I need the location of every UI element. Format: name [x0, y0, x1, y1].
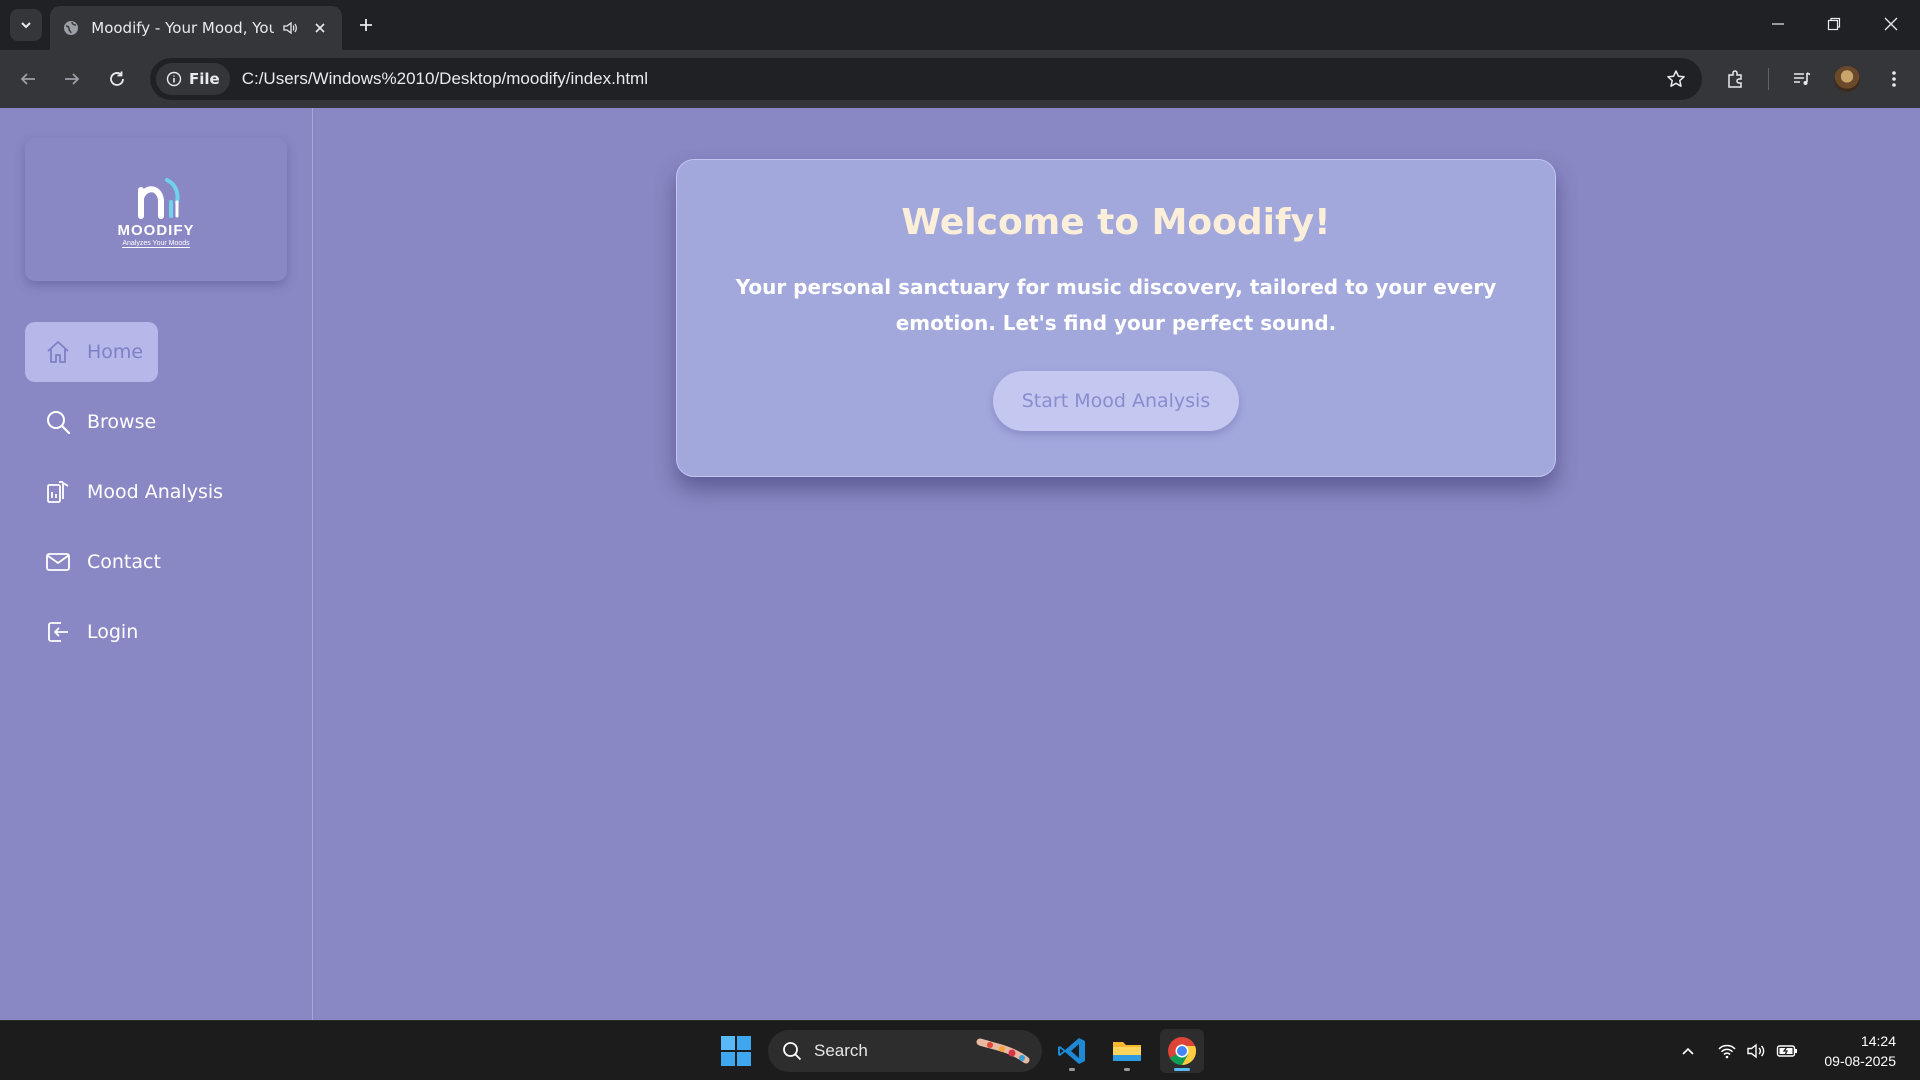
- star-icon: [1667, 70, 1685, 87]
- page: MOODIFY Analyzes Your Moods Home Browse …: [0, 108, 1920, 1020]
- search-highlight-icon: [976, 1038, 1030, 1064]
- reload-icon: [110, 71, 124, 86]
- browser-tab-bar: Moodify - Your Mood, Your: [0, 0, 1920, 50]
- browser-toolbar: File C:/Users/Windows%2010/Desktop/moodi…: [0, 50, 1920, 108]
- vscode-icon: [1058, 1038, 1085, 1064]
- back-button[interactable]: [12, 63, 44, 95]
- url-text[interactable]: C:/Users/Windows%2010/Desktop/moodify/in…: [242, 69, 648, 89]
- globe-icon: [62, 19, 79, 37]
- sidebar-item-label: Home: [87, 341, 144, 363]
- minimize-button[interactable]: [1758, 8, 1798, 40]
- logo-tagline: Analyzes Your Moods: [122, 239, 190, 248]
- reload-button[interactable]: [101, 63, 133, 95]
- welcome-title: Welcome to Moodify!: [901, 202, 1331, 243]
- system-clock[interactable]: 14:24 09-08-2025: [1824, 1031, 1896, 1071]
- sidebar-item-home[interactable]: Home: [25, 322, 158, 382]
- new-tab-button[interactable]: [352, 11, 380, 39]
- clock-time: 14:24: [1860, 1033, 1896, 1049]
- address-bar[interactable]: File C:/Users/Windows%2010/Desktop/moodi…: [150, 58, 1702, 100]
- tab-search-button[interactable]: [10, 9, 42, 41]
- windows-logo-icon: [737, 1052, 751, 1066]
- taskbar: Search 14:24 09-08-2025: [0, 1020, 1920, 1080]
- sidebar-item-login[interactable]: Login: [25, 602, 138, 662]
- windows-start-button[interactable]: [721, 1036, 751, 1066]
- close-icon: [1884, 17, 1898, 31]
- puzzle-icon: [1728, 70, 1742, 88]
- mail-icon: [45, 549, 71, 575]
- active-indicator: [1174, 1068, 1190, 1071]
- volume-status[interactable]: [1744, 1039, 1768, 1063]
- battery-charging-icon: [1776, 1045, 1797, 1057]
- taskbar-search-box[interactable]: Search: [768, 1030, 1042, 1072]
- running-indicator: [1124, 1068, 1130, 1071]
- browser-menu-button[interactable]: [1878, 63, 1910, 95]
- volume-icon: [1747, 1043, 1765, 1059]
- forward-arrow-icon: [65, 73, 80, 85]
- start-mood-analysis-button[interactable]: Start Mood Analysis: [992, 371, 1240, 431]
- forward-button[interactable]: [56, 63, 88, 95]
- chevron-up-icon: [1682, 1047, 1694, 1055]
- chevron-down-icon: [21, 22, 31, 29]
- toolbar-separator: [1768, 68, 1769, 90]
- clock-date: 09-08-2025: [1824, 1053, 1896, 1069]
- sidebar-item-label: Login: [87, 621, 139, 643]
- site-info-chip[interactable]: File: [156, 63, 230, 95]
- sidebar-item-mood-analysis[interactable]: Mood Analysis: [25, 462, 223, 522]
- browser-tab[interactable]: Moodify - Your Mood, Your: [50, 6, 342, 50]
- info-icon: [166, 71, 182, 87]
- back-arrow-icon: [20, 73, 35, 85]
- mood-analysis-icon: [45, 479, 71, 505]
- sidebar-item-label: Mood Analysis: [87, 481, 224, 503]
- taskbar-vscode[interactable]: [1050, 1029, 1094, 1073]
- wifi-status[interactable]: [1715, 1039, 1739, 1063]
- restore-icon: [1827, 17, 1841, 31]
- bookmark-star-button[interactable]: [1664, 67, 1688, 91]
- speaker-icon[interactable]: [282, 19, 299, 37]
- windows-logo-icon: [737, 1036, 751, 1050]
- windows-logo-icon: [721, 1036, 735, 1050]
- minimize-icon: [1772, 23, 1784, 25]
- sidebar: MOODIFY Analyzes Your Moods Home Browse …: [0, 108, 313, 1020]
- taskbar-file-explorer[interactable]: [1105, 1029, 1149, 1073]
- taskbar-chrome[interactable]: [1160, 1029, 1204, 1073]
- sidebar-item-browse[interactable]: Browse: [25, 392, 156, 452]
- close-tab-icon[interactable]: [311, 18, 330, 38]
- extensions-button[interactable]: [1720, 63, 1752, 95]
- running-indicator: [1069, 1068, 1075, 1071]
- playlist-music-icon: [1794, 72, 1811, 85]
- welcome-card: Welcome to Moodify! Your personal sanctu…: [676, 159, 1556, 477]
- folder-icon: [1113, 1042, 1141, 1061]
- chrome-icon: [1168, 1037, 1197, 1065]
- close-window-button[interactable]: [1871, 8, 1911, 40]
- more-vertical-icon: [1892, 71, 1896, 87]
- moodify-logo-icon: [138, 177, 180, 219]
- search-icon: [783, 1042, 802, 1061]
- wifi-icon: [1718, 1044, 1736, 1059]
- profile-avatar[interactable]: [1834, 66, 1860, 92]
- site-chip-label: File: [189, 70, 220, 88]
- logo-name: MOODIFY: [117, 221, 195, 239]
- sidebar-item-label: Contact: [87, 551, 161, 573]
- logo-card[interactable]: MOODIFY Analyzes Your Moods: [25, 138, 287, 281]
- tab-title: Moodify - Your Mood, Your: [91, 19, 274, 37]
- sidebar-item-label: Browse: [87, 411, 157, 433]
- media-controls-button[interactable]: [1786, 63, 1818, 95]
- plus-icon: [360, 19, 372, 31]
- sidebar-item-contact[interactable]: Contact: [25, 532, 161, 592]
- show-hidden-icons-button[interactable]: [1676, 1039, 1700, 1063]
- battery-status[interactable]: [1775, 1039, 1799, 1063]
- search-icon: [45, 409, 71, 435]
- welcome-description: Your personal sanctuary for music discov…: [735, 275, 1497, 335]
- taskbar-search-label: Search: [814, 1041, 868, 1060]
- restore-button[interactable]: [1814, 8, 1854, 40]
- login-icon: [45, 619, 71, 645]
- windows-logo-icon: [721, 1052, 735, 1066]
- home-icon: [45, 339, 71, 365]
